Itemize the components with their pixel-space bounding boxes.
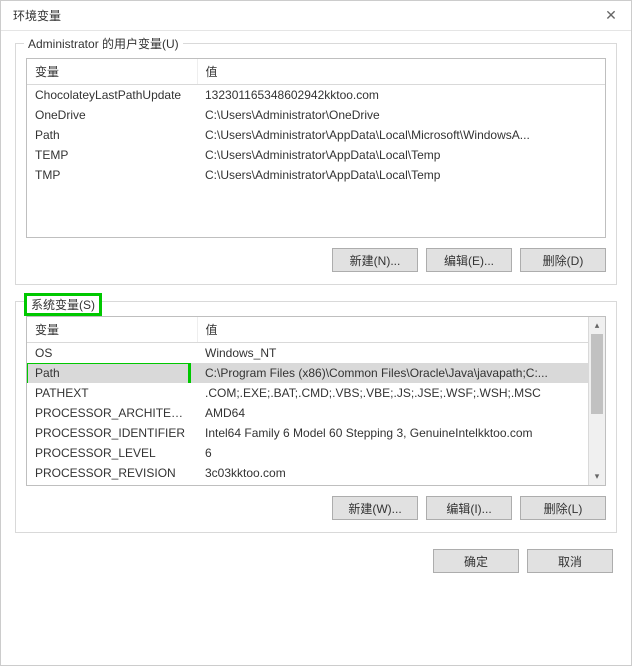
var-value: 132301165348602942kktoo.com: [197, 85, 605, 106]
user-vars-table[interactable]: 变量 值 ChocolateyLastPathUpdate 1323011653…: [27, 59, 605, 185]
user-vars-table-wrap: 变量 值 ChocolateyLastPathUpdate 1323011653…: [26, 58, 606, 238]
table-row[interactable]: PROCESSOR_IDENTIFIER Intel64 Family 6 Mo…: [27, 423, 605, 443]
var-name: PATHEXT: [27, 383, 197, 403]
var-name: Path: [27, 125, 197, 145]
titlebar: 环境变量 ✕: [1, 1, 631, 31]
table-row[interactable]: PROCESSOR_LEVEL 6: [27, 443, 605, 463]
table-row[interactable]: OneDrive C:\Users\Administrator\OneDrive: [27, 105, 605, 125]
table-row[interactable]: OS Windows_NT: [27, 343, 605, 364]
var-value: C:\Users\Administrator\OneDrive: [197, 105, 605, 125]
cancel-button[interactable]: 取消: [527, 549, 613, 573]
table-row[interactable]: Path C:\Users\Administrator\AppData\Loca…: [27, 125, 605, 145]
dialog-buttons: 确定 取消: [15, 549, 617, 573]
table-row[interactable]: TMP C:\Users\Administrator\AppData\Local…: [27, 165, 605, 185]
var-value: .COM;.EXE;.BAT;.CMD;.VBS;.VBE;.JS;.JSE;.…: [197, 383, 605, 403]
col-header-value[interactable]: 值: [197, 59, 605, 85]
system-vars-group: 系统变量(S) 变量 值 OS Windows_NT: [15, 301, 617, 533]
var-value: C:\Users\Administrator\AppData\Local\Tem…: [197, 165, 605, 185]
var-value: C:\Program Files (x86)\Common Files\Orac…: [197, 363, 605, 383]
scroll-up-icon[interactable]: ▴: [589, 317, 605, 334]
scroll-thumb[interactable]: [591, 334, 603, 414]
dialog-content: Administrator 的用户变量(U) 变量 值 ChocolateyLa…: [1, 31, 631, 665]
window-title: 环境变量: [13, 7, 61, 24]
var-value: AMD64: [197, 403, 605, 423]
var-name: TMP: [27, 165, 197, 185]
system-vars-legend: 系统变量(S): [24, 293, 102, 316]
close-button[interactable]: ✕: [599, 4, 623, 28]
var-name: OS: [27, 343, 197, 364]
col-header-variable[interactable]: 变量: [27, 59, 197, 85]
table-row[interactable]: ChocolateyLastPathUpdate 132301165348602…: [27, 85, 605, 106]
var-name: ChocolateyLastPathUpdate: [27, 85, 197, 106]
table-row[interactable]: PROCESSOR_ARCHITECT... AMD64: [27, 403, 605, 423]
var-name: PROCESSOR_ARCHITECT...: [27, 403, 197, 423]
table-row[interactable]: PROCESSOR_REVISION 3c03kktoo.com: [27, 463, 605, 483]
table-row[interactable]: TEMP C:\Users\Administrator\AppData\Loca…: [27, 145, 605, 165]
edit-user-var-button[interactable]: 编辑(E)...: [426, 248, 512, 272]
new-system-var-button[interactable]: 新建(W)...: [332, 496, 418, 520]
user-vars-buttons: 新建(N)... 编辑(E)... 删除(D): [26, 248, 606, 272]
var-name: TEMP: [27, 145, 197, 165]
var-value: Windows_NT: [197, 343, 605, 364]
scroll-track[interactable]: [589, 334, 605, 468]
scrollbar-vertical[interactable]: ▴ ▾: [588, 317, 605, 485]
col-header-value[interactable]: 值: [197, 317, 605, 343]
col-header-variable[interactable]: 变量: [27, 317, 197, 343]
table-row-selected[interactable]: Path C:\Program Files (x86)\Common Files…: [27, 363, 605, 383]
system-vars-table-wrap: 变量 值 OS Windows_NT Path C:\Program Files…: [26, 316, 606, 486]
edit-system-var-button[interactable]: 编辑(I)...: [426, 496, 512, 520]
env-vars-dialog: 环境变量 ✕ Administrator 的用户变量(U) 变量 值: [0, 0, 632, 666]
delete-system-var-button[interactable]: 删除(L): [520, 496, 606, 520]
system-vars-buttons: 新建(W)... 编辑(I)... 删除(L): [26, 496, 606, 520]
user-vars-legend: Administrator 的用户变量(U): [24, 35, 183, 52]
new-user-var-button[interactable]: 新建(N)...: [332, 248, 418, 272]
close-icon: ✕: [605, 7, 617, 24]
scroll-down-icon[interactable]: ▾: [589, 468, 605, 485]
var-value: 3c03kktoo.com: [197, 463, 605, 483]
user-vars-group: Administrator 的用户变量(U) 变量 值 ChocolateyLa…: [15, 43, 617, 285]
var-name: PROCESSOR_IDENTIFIER: [27, 423, 197, 443]
var-name: Path: [27, 363, 197, 383]
var-value: C:\Users\Administrator\AppData\Local\Mic…: [197, 125, 605, 145]
delete-user-var-button[interactable]: 删除(D): [520, 248, 606, 272]
system-vars-table[interactable]: 变量 值 OS Windows_NT Path C:\Program Files…: [27, 317, 605, 483]
var-value: 6: [197, 443, 605, 463]
var-name: PROCESSOR_REVISION: [27, 463, 197, 483]
table-row[interactable]: PATHEXT .COM;.EXE;.BAT;.CMD;.VBS;.VBE;.J…: [27, 383, 605, 403]
var-name: OneDrive: [27, 105, 197, 125]
var-value: Intel64 Family 6 Model 60 Stepping 3, Ge…: [197, 423, 605, 443]
var-value: C:\Users\Administrator\AppData\Local\Tem…: [197, 145, 605, 165]
var-name: PROCESSOR_LEVEL: [27, 443, 197, 463]
ok-button[interactable]: 确定: [433, 549, 519, 573]
